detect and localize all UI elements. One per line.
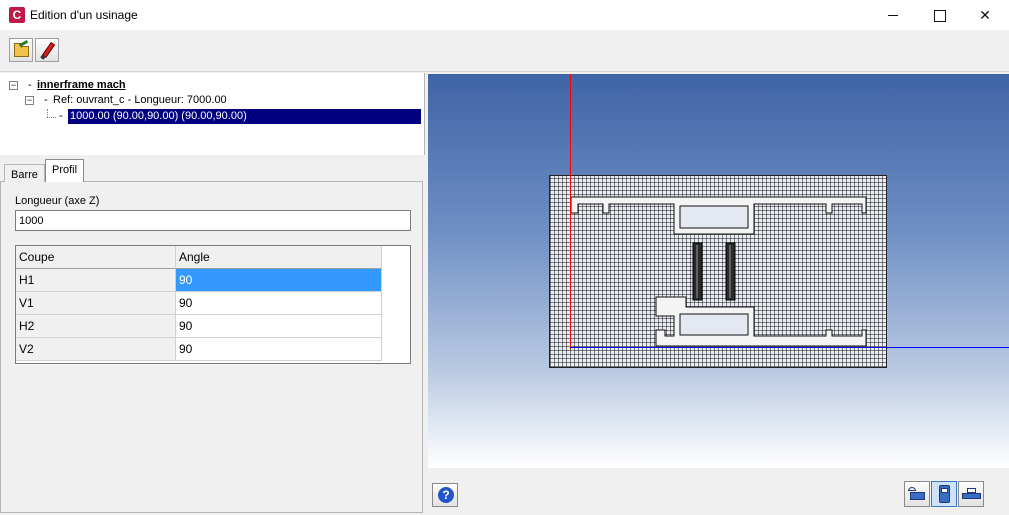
profile-mesh: [549, 175, 887, 368]
side-view-button[interactable]: [958, 481, 984, 507]
open-button[interactable]: [9, 38, 33, 62]
front-view-button[interactable]: [931, 481, 957, 507]
longueur-input[interactable]: [15, 210, 411, 231]
column-header-coupe[interactable]: Coupe: [16, 246, 176, 269]
rotate-view-button[interactable]: [904, 481, 930, 507]
window-title: Edition d'un usinage: [30, 8, 138, 22]
grid-row-angle[interactable]: 90: [176, 269, 382, 292]
coupe-angle-grid: Coupe Angle H1 90 V1 90 H2 90 V2 90: [15, 245, 411, 364]
minimize-button[interactable]: [870, 0, 916, 30]
grid-row-coupe[interactable]: V2: [16, 338, 176, 361]
tree-ref-dash: -: [44, 94, 48, 106]
column-header-angle[interactable]: Angle: [176, 246, 382, 269]
y-axis-line: [570, 74, 571, 349]
grid-row-angle[interactable]: 90: [176, 292, 382, 315]
tab-strip: Barre Profil: [0, 155, 425, 182]
tree-ref-item[interactable]: Ref: ouvrant_c - Longueur: 7000.00: [53, 93, 227, 108]
grid-row-coupe[interactable]: H2: [16, 315, 176, 338]
title-bar: C Edition d'un usinage ✕: [0, 0, 1009, 30]
tab-profil[interactable]: Profil: [45, 159, 85, 182]
grid-row-coupe[interactable]: V1: [16, 292, 176, 315]
grid-row-coupe[interactable]: H1: [16, 269, 176, 292]
help-button[interactable]: ?: [432, 483, 458, 507]
tree-root-toggle[interactable]: −: [9, 81, 18, 90]
app-icon: C: [9, 7, 25, 23]
tree-root-dash: -: [28, 79, 32, 91]
help-icon: ?: [438, 487, 454, 503]
tree-child-dash: -: [59, 110, 63, 122]
tree-ref-toggle[interactable]: −: [25, 96, 34, 105]
grid-row-angle[interactable]: 90: [176, 315, 382, 338]
grid-row-angle[interactable]: 90: [176, 338, 382, 361]
tab-barre[interactable]: Barre: [4, 164, 45, 182]
close-button[interactable]: ✕: [962, 0, 1008, 30]
tree-connector-h: [47, 117, 56, 118]
maximize-button[interactable]: [916, 0, 962, 30]
edit-button[interactable]: [35, 38, 59, 62]
x-axis-line: [570, 347, 1009, 348]
tree-connector: [47, 109, 48, 117]
tree-selected-item[interactable]: 1000.00 (90.00,90.00) (90.00,90.00): [68, 109, 421, 124]
tree-root-item[interactable]: innerframe mach: [37, 78, 126, 93]
longueur-label: Longueur (axe Z): [15, 195, 100, 207]
machining-tree: − - innerframe mach − - Ref: ouvrant_c -…: [0, 73, 425, 155]
toolbar: [0, 30, 1009, 72]
profile-section-shape: [570, 196, 867, 347]
profile-viewport[interactable]: [428, 74, 1009, 468]
